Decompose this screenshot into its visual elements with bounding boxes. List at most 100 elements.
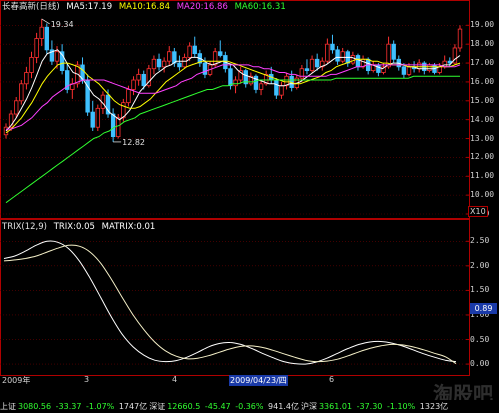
candle-up <box>24 72 29 85</box>
candle-down <box>228 68 233 87</box>
candle-up <box>116 117 121 138</box>
trix-chart[interactable] <box>0 219 470 376</box>
price-axis-label: 15.00 <box>470 95 495 105</box>
trix-line <box>3 240 457 365</box>
price-axis-label: 17.00 <box>470 58 495 68</box>
sz-index-value: 12660.5 <box>167 402 201 411</box>
candle-up <box>95 107 101 128</box>
candle-up <box>279 85 284 96</box>
trix-value-label: TRIX:0.05 <box>53 222 95 232</box>
ma10-line <box>5 58 461 134</box>
candle-down <box>141 73 146 87</box>
indicator-axis-label: 2.00 <box>470 260 490 270</box>
ma20-line <box>6 64 461 130</box>
candle-up <box>187 45 192 58</box>
price-axis-label: 19.00 <box>470 20 495 30</box>
indicator-axis-label: 0.00 <box>470 359 490 369</box>
candle-up <box>151 58 157 70</box>
candle-up <box>136 73 141 81</box>
date-cursor-label: 2009/04/23/四 <box>229 375 288 386</box>
main-legend: 长春高新(日线) MA5:17.19 MA10:16.84 MA20:16.86… <box>2 2 290 13</box>
high-annotation: 19.34 <box>51 20 74 29</box>
sz-index-name: 深证 <box>149 402 166 411</box>
candle-up <box>258 83 264 90</box>
candle-down <box>192 45 197 55</box>
indicator-axis-label: 0.50 <box>470 334 490 344</box>
candle-up <box>29 56 34 73</box>
candle-up <box>309 58 315 72</box>
candle-down <box>44 26 50 51</box>
date-axis: 2009年 3 4 2009/04/23/四 6 <box>0 375 470 386</box>
candle-up <box>233 79 238 87</box>
price-axis-label: 18.00 <box>470 39 495 49</box>
candle-down <box>90 111 95 128</box>
price-axis-label: 16.00 <box>470 76 495 86</box>
candle-up <box>350 55 356 64</box>
candle-down <box>376 64 381 73</box>
candle-down <box>335 49 340 62</box>
hs-index-value: 3361.01 <box>318 402 353 411</box>
date-month-6: 6 <box>329 375 335 384</box>
candle-up <box>406 66 412 75</box>
sh-index-change: -33.37 <box>55 402 82 411</box>
x10-label: X10 <box>468 206 488 217</box>
ma60-label: MA60:16.31 <box>234 2 286 12</box>
ma5-line <box>5 49 461 132</box>
candle-down <box>314 58 320 68</box>
candle-down <box>304 68 310 72</box>
candle-up <box>54 51 60 62</box>
indicator-current-badge: 0.89 <box>470 303 497 314</box>
stock-name-label: 长春高新(日线) <box>2 2 60 12</box>
candle-up <box>427 64 432 72</box>
price-axis-label: 13.00 <box>470 133 495 143</box>
candle-up <box>340 51 345 62</box>
candle-up <box>126 89 131 104</box>
candle-up <box>325 43 330 62</box>
ma20-label: MA20:16.86 <box>176 2 228 12</box>
candle-down <box>401 66 407 75</box>
price-axis-label: 11.00 <box>470 171 495 181</box>
low-annotation: 12.82 <box>122 138 145 147</box>
matrix-value-label: MATRIX:0.01 <box>101 222 156 232</box>
candle-down <box>177 62 182 68</box>
hs-index-name: 沪深 <box>300 402 317 411</box>
candle-down <box>156 58 162 68</box>
candle-up <box>161 60 167 68</box>
candle-up <box>167 51 172 62</box>
candle-up <box>39 26 44 39</box>
date-year-label: 2009年 <box>2 376 31 385</box>
price-axis-label: 14.00 <box>470 114 495 124</box>
sz-index-amount: 941.4亿 <box>268 402 299 411</box>
candle-up <box>14 100 19 115</box>
candle-down <box>391 43 396 60</box>
candle-up <box>19 83 24 102</box>
ma60-line <box>5 75 460 204</box>
market-status-bar[interactable]: 上证 3080.56 -33.37 -1.07% 1747亿 深证 12660.5 -… <box>0 400 499 413</box>
hs-index-pct: -1.10% <box>386 402 416 411</box>
ma10-label: MA10:16.84 <box>118 2 170 12</box>
candle-down <box>355 55 361 68</box>
candle-down <box>330 43 335 51</box>
candle-up <box>416 62 422 70</box>
indicator-axis-label: 2.50 <box>470 236 490 246</box>
indicator-legend: TRIX(12,9) TRIX:0.05 MATRIX:0.01 <box>2 222 159 233</box>
stock-chart-window: 19.34 12.82 长春高新(日线) MA5:17.19 MA10:16.84… <box>0 0 499 413</box>
sz-index-pct: -0.36% <box>235 402 264 411</box>
candle-up <box>182 56 187 68</box>
hs-index-change: -37.30 <box>356 402 383 411</box>
candle-up <box>131 79 136 90</box>
ma5-label: MA5:17.19 <box>66 2 113 12</box>
price-axis-label: 12.00 <box>470 152 495 162</box>
candle-down <box>110 113 116 138</box>
sz-index-change: -45.47 <box>204 402 231 411</box>
candle-up <box>34 38 39 58</box>
candle-up <box>457 28 463 49</box>
candle-down <box>218 51 223 56</box>
price-axis-label: 10.00 <box>470 190 495 200</box>
date-month-3: 3 <box>84 375 90 384</box>
trix-name-label: TRIX(12,9) <box>2 222 47 232</box>
date-month-4: 4 <box>172 375 178 384</box>
price-chart[interactable]: 19.34 12.82 <box>0 0 470 219</box>
high-pointer <box>41 18 50 25</box>
sh-index-amount: 1747亿 <box>118 402 148 411</box>
